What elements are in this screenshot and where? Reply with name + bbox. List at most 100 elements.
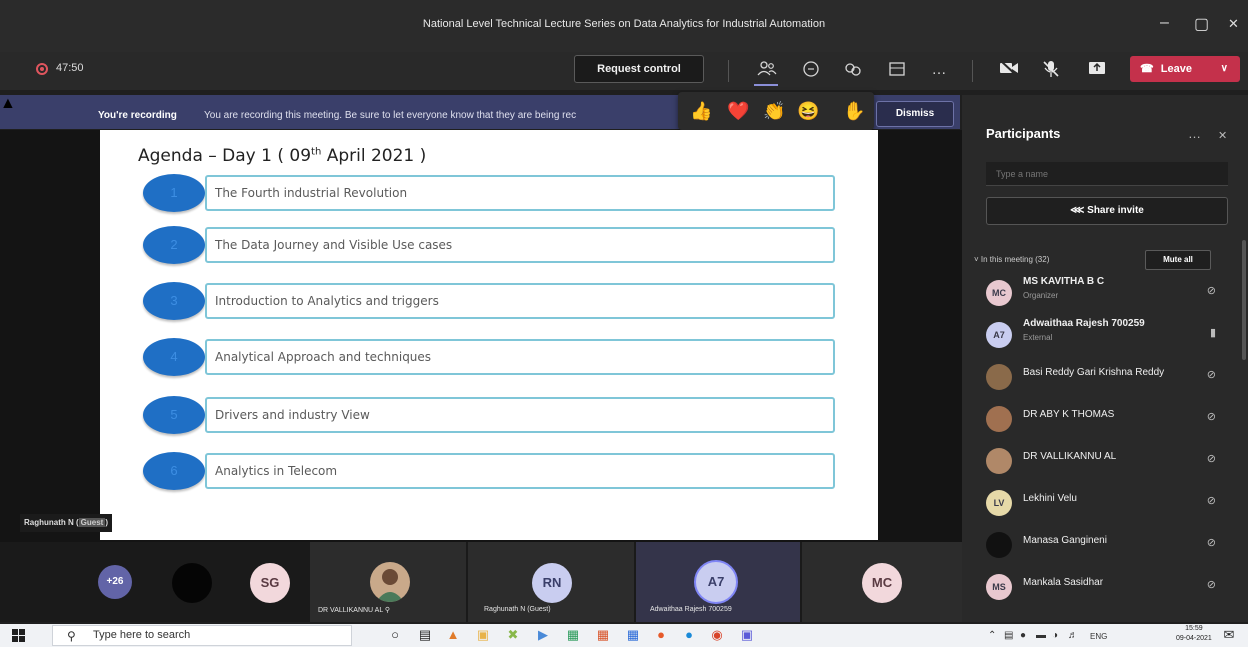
share-invite-button[interactable]: ⋘ Share invite <box>986 197 1228 225</box>
participant-name: Mankala Sasidhar <box>1023 577 1104 588</box>
edge-icon[interactable]: ● <box>680 626 698 644</box>
raise-hand-reaction-icon[interactable]: ✋ <box>843 100 865 122</box>
word-icon[interactable]: ▦ <box>624 626 642 644</box>
mic-off-icon: ⊘ <box>1206 495 1216 507</box>
participant-avatar-sg[interactable]: SG <box>250 563 290 603</box>
volume-icon[interactable]: ♬ <box>1068 630 1078 641</box>
close-panel-icon[interactable]: ✕ <box>1218 129 1227 142</box>
participant-role: Organizer <box>1023 291 1059 300</box>
agenda-label: Analytics in Telecom <box>215 464 338 478</box>
wifi-icon[interactable]: ◑ <box>1052 630 1058 641</box>
mic-on-icon: ▮ <box>1209 327 1216 339</box>
title-bar: National Level Technical Lecture Series … <box>0 0 1248 52</box>
agenda-label: Analytical Approach and techniques <box>215 350 432 364</box>
in-meeting-header[interactable]: ˅ In this meeting (32) <box>974 255 1049 264</box>
camera-off-icon[interactable] <box>998 60 1020 80</box>
more-options-icon[interactable]: … <box>1188 126 1201 141</box>
share-tray-icon[interactable] <box>886 60 908 80</box>
mic-tray-icon[interactable]: ● <box>1020 630 1026 641</box>
participant-row[interactable]: MS Mankala Sasidhar ⊘ <box>962 566 1246 606</box>
taskbar-search-box[interactable]: ⚲ Type here to search <box>52 625 352 646</box>
maximize-icon[interactable]: ▢ <box>1194 14 1209 34</box>
share-icon: ⋘ <box>1070 205 1085 216</box>
agenda-box: The Data Journey and Visible Use cases <box>205 227 835 263</box>
participant-name: DR ABY K THOMAS <box>1023 409 1115 420</box>
excel-icon[interactable]: ▦ <box>564 626 582 644</box>
pin-icon: ⚲ <box>384 607 391 614</box>
agenda-item: 4 Analytical Approach and techniques <box>143 338 835 376</box>
mic-off-icon: ⊘ <box>1206 453 1216 465</box>
mic-off-icon: ⊘ <box>1206 285 1216 297</box>
dismiss-button[interactable]: Dismiss <box>876 101 954 127</box>
people-icon[interactable] <box>756 60 778 80</box>
participant-name: Manasa Gangineni <box>1023 535 1107 546</box>
participant-row[interactable]: Manasa Gangineni ⊘ <box>962 524 1246 564</box>
tile-name: DR VALLIKANNU AL ⚲ <box>318 607 391 614</box>
laugh-reaction-icon[interactable]: 😆 <box>797 100 819 122</box>
participant-avatar: LV <box>986 490 1012 516</box>
agenda-box: Analytical Approach and techniques <box>205 339 835 375</box>
minimize-icon[interactable]: – <box>1160 14 1169 32</box>
like-reaction-icon[interactable]: 👍 <box>690 100 712 122</box>
heart-reaction-icon[interactable]: ❤️ <box>727 100 749 122</box>
tray-icon[interactable]: ▤ <box>1004 630 1013 641</box>
participant-name: Lekhini Velu <box>1023 493 1077 504</box>
participant-row[interactable]: MC MS KAVITHA B C Organizer ⊘ <box>962 272 1246 312</box>
participant-name: Adwaithaa Rajesh 700259 <box>1023 318 1145 329</box>
participant-avatar <box>986 532 1012 558</box>
participant-row[interactable]: DR VALLIKANNU AL ⊘ <box>962 440 1246 480</box>
mic-off-icon[interactable] <box>1040 60 1062 80</box>
agenda-number: 5 <box>143 396 205 434</box>
request-control-button[interactable]: Request control <box>574 55 704 83</box>
participant-avatar-mc: MC <box>862 563 902 603</box>
more-participants-badge[interactable]: +26 <box>98 565 132 599</box>
applause-reaction-icon[interactable]: 👏 <box>763 100 785 122</box>
participant-photo-avatar <box>370 562 410 602</box>
notifications-icon[interactable]: ✉ <box>1220 626 1238 644</box>
close-window-icon[interactable]: ✕ <box>1228 16 1239 32</box>
participant-avatar-rn: RN <box>532 563 572 603</box>
participant-name: DR VALLIKANNU AL <box>1023 451 1117 462</box>
participant-search-input[interactable] <box>986 162 1228 186</box>
tile-name: Adwaithaa Rajesh 700259 <box>650 606 732 613</box>
agenda-label: Drivers and industry View <box>215 408 370 422</box>
mic-off-icon: ⊘ <box>1206 411 1216 423</box>
tray-chevron-icon[interactable]: ⌃ <box>988 630 996 641</box>
agenda-box: The Fourth industrial Revolution <box>205 175 835 211</box>
agenda-box: Analytics in Telecom <box>205 453 835 489</box>
file-explorer-icon[interactable]: ▣ <box>474 626 492 644</box>
leave-button[interactable]: ☎ Leave ∨ <box>1130 56 1240 82</box>
participant-avatar: MS <box>986 574 1012 600</box>
powerpoint-icon[interactable]: ▦ <box>594 626 612 644</box>
task-view-icon[interactable]: ▤ <box>416 626 434 644</box>
more-icon[interactable]: … <box>928 60 950 80</box>
cortana-icon[interactable]: ○ <box>386 626 404 644</box>
chrome-icon[interactable]: ◉ <box>708 626 726 644</box>
app-icon[interactable]: ✖ <box>504 626 522 644</box>
clock-date: 09-04-2021 <box>1176 635 1212 642</box>
participant-row[interactable]: DR ABY K THOMAS ⊘ <box>962 398 1246 438</box>
agenda-item: 2 The Data Journey and Visible Use cases <box>143 226 835 264</box>
battery-icon[interactable]: ▬ <box>1036 630 1046 641</box>
vlc-icon[interactable]: ▲ <box>444 626 462 644</box>
agenda-number: 1 <box>143 174 205 212</box>
participant-row[interactable]: LV Lekhini Velu ⊘ <box>962 482 1246 522</box>
participant-row[interactable]: A7 Adwaithaa Rajesh 700259 External ▮ <box>962 314 1246 354</box>
mute-all-button[interactable]: Mute all <box>1145 250 1211 270</box>
recording-banner-text: You are recording this meeting. Be sure … <box>204 110 577 121</box>
participant-avatar[interactable] <box>172 563 212 603</box>
chevron-down-icon[interactable]: ∨ <box>1221 56 1228 82</box>
language-indicator[interactable]: ENG <box>1090 632 1107 641</box>
chat-icon[interactable] <box>800 60 822 80</box>
firefox-icon[interactable]: ● <box>652 626 670 644</box>
teams-icon[interactable]: ▣ <box>738 626 756 644</box>
participant-name: Basi Reddy Gari Krishna Reddy <box>1023 367 1165 378</box>
tile-name: Raghunath N (Guest) <box>484 606 551 613</box>
participant-avatar <box>986 364 1012 390</box>
raise-hand-icon[interactable] <box>842 60 864 80</box>
app-icon[interactable]: ▶ <box>534 626 552 644</box>
participant-row[interactable]: Basi Reddy Gari Krishna Reddy ⊘ <box>962 356 1246 396</box>
windows-start-icon[interactable] <box>12 629 26 643</box>
share-screen-icon[interactable] <box>1086 60 1108 80</box>
taskbar-clock[interactable]: 15:59 09-04-2021 <box>1176 624 1212 644</box>
